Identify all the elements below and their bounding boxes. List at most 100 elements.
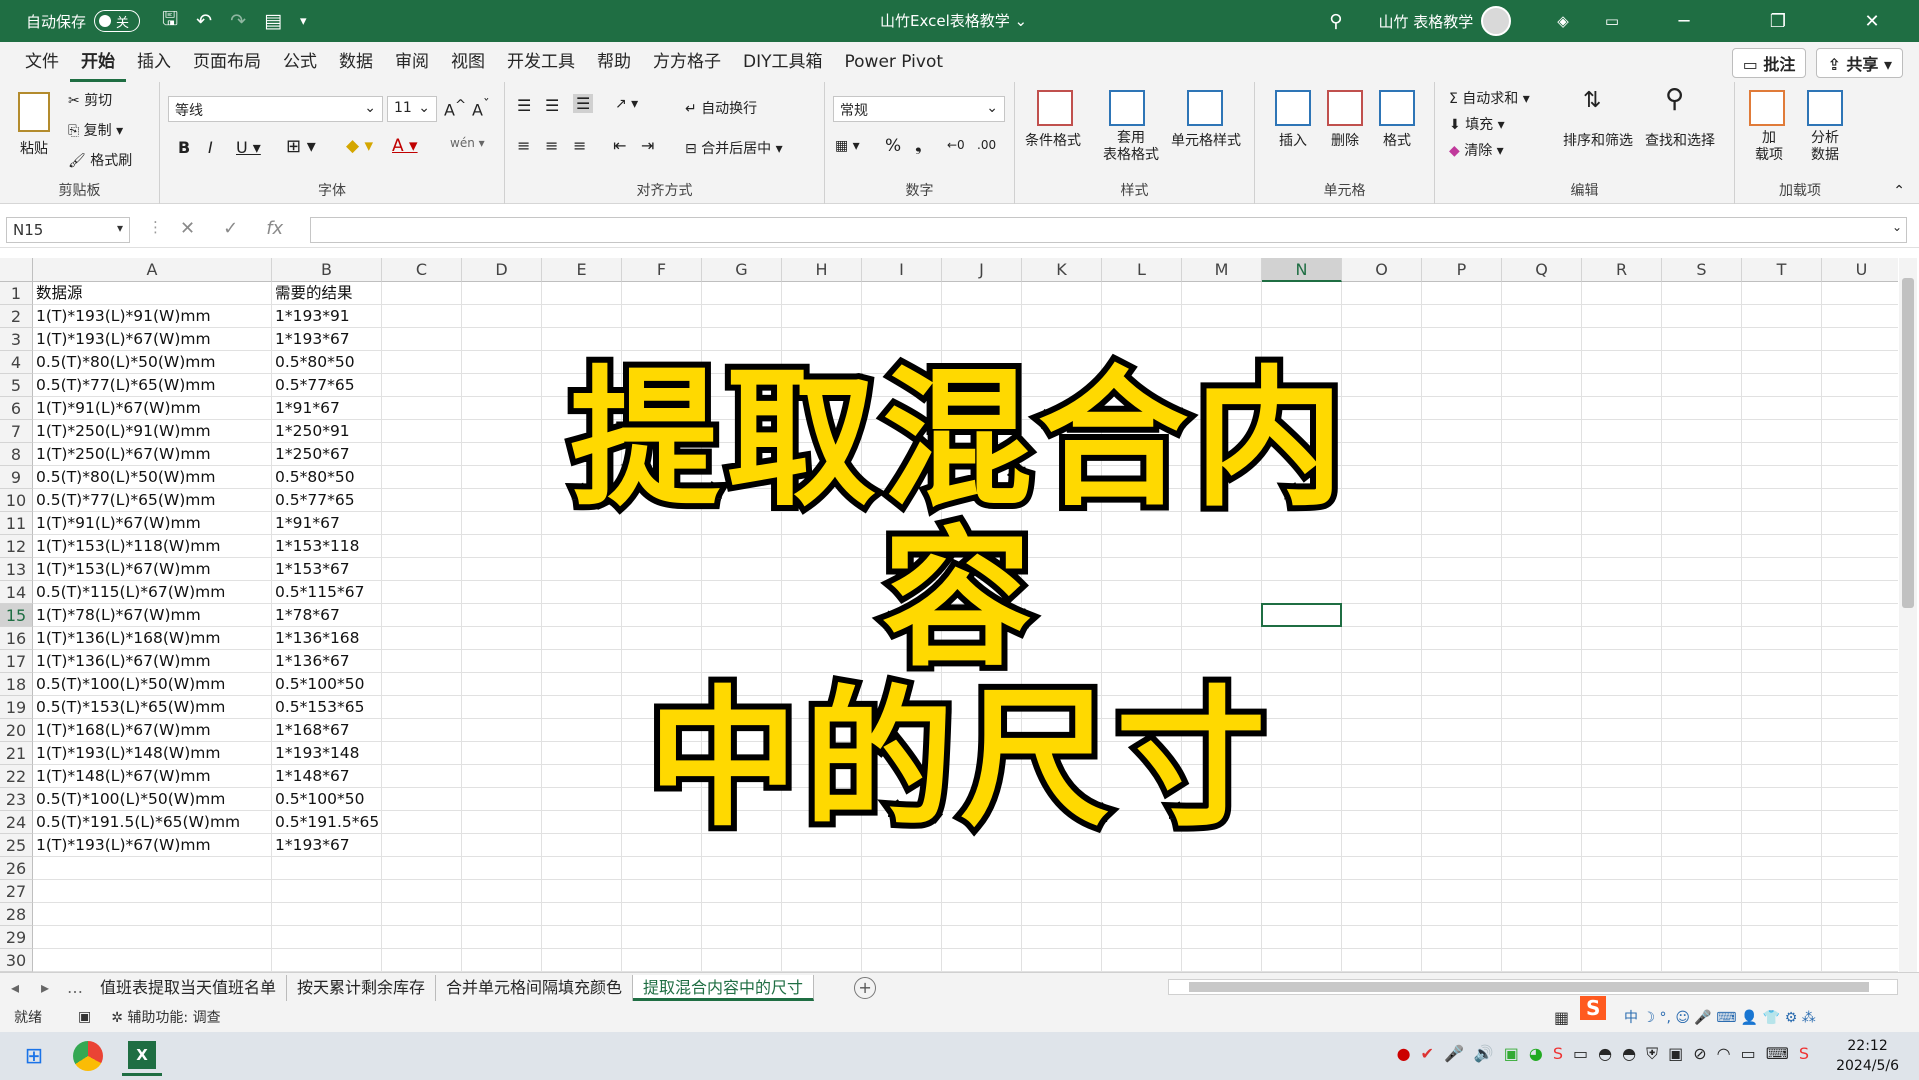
- excel-icon[interactable]: X: [122, 1036, 162, 1076]
- decrease-decimal-icon[interactable]: .00: [977, 138, 996, 152]
- cell-b[interactable]: 1*153*118: [272, 535, 382, 558]
- cell-a[interactable]: 1(T)*193(L)*67(W)mm: [33, 328, 272, 351]
- analyze-data-icon[interactable]: [1807, 90, 1843, 126]
- cell-b[interactable]: 1*91*67: [272, 512, 382, 535]
- cell-a[interactable]: 0.5(T)*100(L)*50(W)mm: [33, 673, 272, 696]
- sheet-tab[interactable]: 合并单元格间隔填充颜色: [436, 974, 634, 1001]
- format-cells-icon[interactable]: [1379, 90, 1415, 126]
- ribbon-display-icon[interactable]: ▭: [1605, 12, 1619, 30]
- close-button[interactable]: ✕: [1843, 11, 1901, 32]
- cell-b[interactable]: 0.5*153*65: [272, 696, 382, 719]
- cell-a[interactable]: 1(T)*153(L)*67(W)mm: [33, 558, 272, 581]
- row-header[interactable]: 3: [0, 328, 33, 351]
- column-header[interactable]: F: [622, 258, 702, 282]
- row-header[interactable]: 22: [0, 765, 33, 788]
- increase-indent-icon[interactable]: ⇥: [641, 136, 654, 155]
- phonetic-icon[interactable]: wén ▾: [450, 136, 485, 150]
- tab-page-layout[interactable]: 页面布局: [182, 42, 272, 82]
- cut-button[interactable]: ✂ 剪切: [68, 90, 112, 110]
- cell-b[interactable]: 1*91*67: [272, 397, 382, 420]
- tab-developer[interactable]: 开发工具: [496, 42, 586, 82]
- avatar[interactable]: [1481, 6, 1512, 36]
- column-header[interactable]: G: [702, 258, 782, 282]
- autosave-switch[interactable]: 关: [94, 10, 141, 32]
- row-header[interactable]: 25: [0, 834, 33, 857]
- font-name-select[interactable]: 等线 ⌄: [168, 96, 383, 122]
- column-header[interactable]: T: [1742, 258, 1822, 282]
- cell-b[interactable]: 1*168*67: [272, 719, 382, 742]
- underline-icon[interactable]: U ▾: [236, 138, 261, 157]
- save-icon[interactable]: 🖫: [162, 5, 178, 37]
- vertical-scroll-thumb[interactable]: [1902, 278, 1914, 608]
- row-header[interactable]: 27: [0, 880, 33, 903]
- normal-view-icon[interactable]: ▦: [1554, 1008, 1569, 1027]
- cell-a[interactable]: 1(T)*91(L)*67(W)mm: [33, 397, 272, 420]
- column-header[interactable]: I: [862, 258, 942, 282]
- cell-b[interactable]: 0.5*77*65: [272, 374, 382, 397]
- window-title[interactable]: 山竹Excel表格教学 ⌄: [880, 10, 1027, 31]
- align-top-icon[interactable]: ☰: [517, 96, 531, 115]
- row-header[interactable]: 12: [0, 535, 33, 558]
- column-header[interactable]: O: [1342, 258, 1422, 282]
- chrome-icon[interactable]: [68, 1036, 108, 1076]
- macro-record-icon[interactable]: ▣: [78, 1009, 91, 1025]
- row-header[interactable]: 23: [0, 788, 33, 811]
- paste-button[interactable]: 粘贴: [20, 138, 48, 158]
- row-header[interactable]: 9: [0, 466, 33, 489]
- decrease-font-icon[interactable]: Aˇ: [472, 98, 490, 119]
- row-header[interactable]: 1: [0, 282, 33, 305]
- column-header[interactable]: L: [1102, 258, 1182, 282]
- cell-a[interactable]: 1(T)*250(L)*91(W)mm: [33, 420, 272, 443]
- sheet-tab[interactable]: 值班表提取当天值班名单: [90, 974, 288, 1001]
- cell-b[interactable]: 1*148*67: [272, 765, 382, 788]
- row-header[interactable]: 11: [0, 512, 33, 535]
- tab-power-pivot[interactable]: Power Pivot: [834, 42, 955, 82]
- column-header[interactable]: M: [1182, 258, 1262, 282]
- column-header[interactable]: E: [542, 258, 622, 282]
- column-header[interactable]: N: [1262, 258, 1342, 282]
- column-header[interactable]: B: [272, 258, 382, 282]
- clock[interactable]: 22:12 2024/5/6: [1836, 1036, 1899, 1076]
- percent-icon[interactable]: %: [885, 136, 901, 156]
- row-header[interactable]: 14: [0, 581, 33, 604]
- cell-b[interactable]: 1*136*67: [272, 650, 382, 673]
- align-left-icon[interactable]: ≡: [517, 136, 530, 155]
- conditional-format-icon[interactable]: [1037, 90, 1073, 126]
- cell-b[interactable]: 1*250*91: [272, 420, 382, 443]
- minimize-button[interactable]: ─: [1655, 11, 1713, 32]
- cell-a[interactable]: 1(T)*193(L)*91(W)mm: [33, 305, 272, 328]
- select-all-corner[interactable]: [0, 258, 33, 282]
- decrease-indent-icon[interactable]: ⇤: [613, 136, 626, 155]
- cell-b[interactable]: 0.5*80*50: [272, 466, 382, 489]
- column-header[interactable]: R: [1582, 258, 1662, 282]
- delete-cells-icon[interactable]: [1327, 90, 1363, 126]
- cell-a[interactable]: 0.5(T)*115(L)*67(W)mm: [33, 581, 272, 604]
- horizontal-scrollbar[interactable]: [1168, 979, 1898, 995]
- format-as-table-icon[interactable]: [1109, 90, 1145, 126]
- tab-file[interactable]: 文件: [14, 42, 70, 82]
- sheet-tab[interactable]: 按天累计剩余库存: [287, 974, 437, 1001]
- row-header[interactable]: 6: [0, 397, 33, 420]
- align-middle-icon[interactable]: ☰: [545, 96, 559, 115]
- column-header[interactable]: A: [33, 258, 272, 282]
- increase-decimal-icon[interactable]: ←0: [947, 138, 965, 152]
- cell-b[interactable]: 1*193*91: [272, 305, 382, 328]
- tab-help[interactable]: 帮助: [586, 42, 642, 82]
- next-sheet-icon[interactable]: ▸: [30, 978, 60, 997]
- tab-ffgz[interactable]: 方方格子: [642, 42, 732, 82]
- format-as-table-button[interactable]: 套用 表格格式: [1103, 130, 1159, 164]
- column-header[interactable]: U: [1822, 258, 1898, 282]
- cell-a[interactable]: 1(T)*136(L)*67(W)mm: [33, 650, 272, 673]
- customize-qat-icon[interactable]: ▾: [300, 14, 307, 29]
- cell-a[interactable]: 1(T)*153(L)*118(W)mm: [33, 535, 272, 558]
- tab-data[interactable]: 数据: [328, 42, 384, 82]
- clear-button[interactable]: ◆ 清除 ▾: [1449, 140, 1504, 160]
- cell-b[interactable]: 0.5*191.5*65: [272, 811, 382, 834]
- collapse-ribbon-icon[interactable]: ⌃: [1893, 183, 1905, 199]
- cell-b[interactable]: 0.5*115*67: [272, 581, 382, 604]
- accessibility-status[interactable]: ✲ 辅助功能: 调查: [111, 1007, 220, 1027]
- italic-icon[interactable]: I: [208, 138, 213, 157]
- add-sheet-icon[interactable]: +: [854, 976, 877, 999]
- tab-review[interactable]: 审阅: [384, 42, 440, 82]
- row-header[interactable]: 17: [0, 650, 33, 673]
